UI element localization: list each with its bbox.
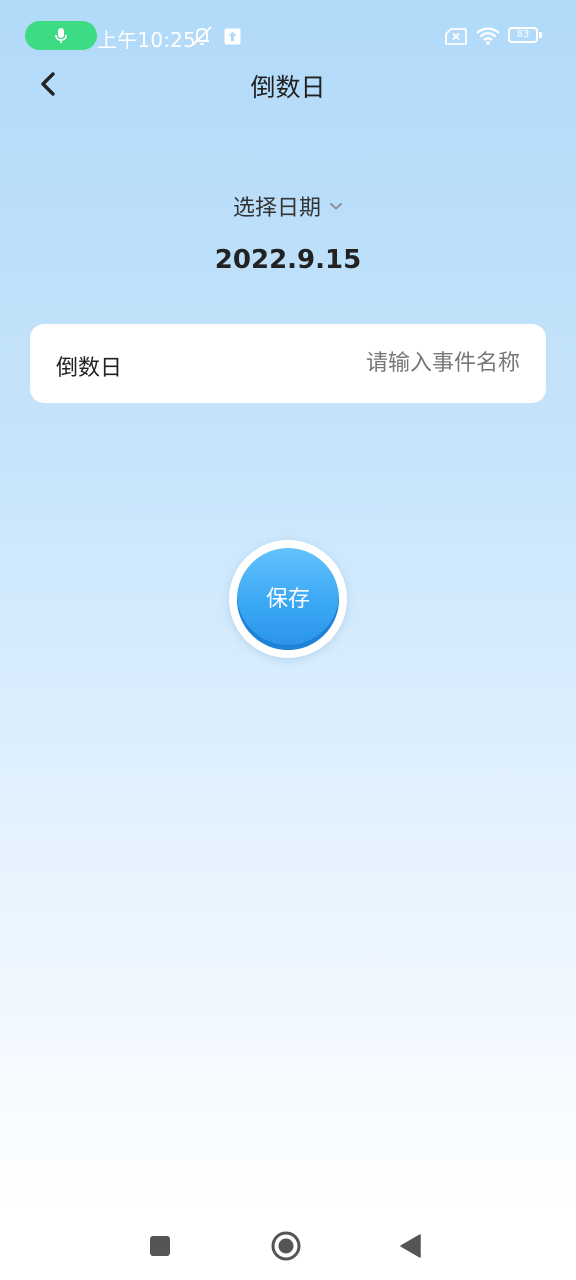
back-triangle-icon [400,1234,421,1258]
microphone-icon [55,27,67,43]
page-title: 倒数日 [250,73,326,102]
navigation-bar [0,1210,576,1280]
chevron-down-icon [329,201,343,211]
microphone-indicator[interactable] [25,21,97,50]
sim-error-icon [444,24,468,48]
battery-tip [539,32,542,38]
battery-icon: 83 [508,27,538,43]
nav-back-button[interactable] [388,1224,432,1268]
selected-date[interactable]: 2022.9.15 [0,245,576,275]
save-button-label: 保存 [265,587,310,612]
upload-icon [222,24,242,48]
battery-level: 83 [516,29,530,40]
recent-apps-button[interactable] [138,1224,182,1268]
save-button[interactable]: 保存 [237,548,339,650]
home-icon [271,1231,301,1261]
event-name-input[interactable] [260,344,520,382]
event-name-label: 倒数日 [56,356,123,381]
wifi-icon [474,24,502,48]
status-time: 上午10:25 [97,28,197,52]
date-select-label: 选择日期 [232,196,321,221]
home-button[interactable] [264,1224,308,1268]
save-button-ring: 保存 [229,540,347,658]
status-bar: 上午10:25 83 [0,0,576,72]
date-select-dropdown[interactable]: 选择日期 [0,190,576,222]
recent-apps-icon [150,1236,170,1256]
muted-bell-icon [189,24,215,48]
event-name-card: 倒数日 [30,324,546,403]
